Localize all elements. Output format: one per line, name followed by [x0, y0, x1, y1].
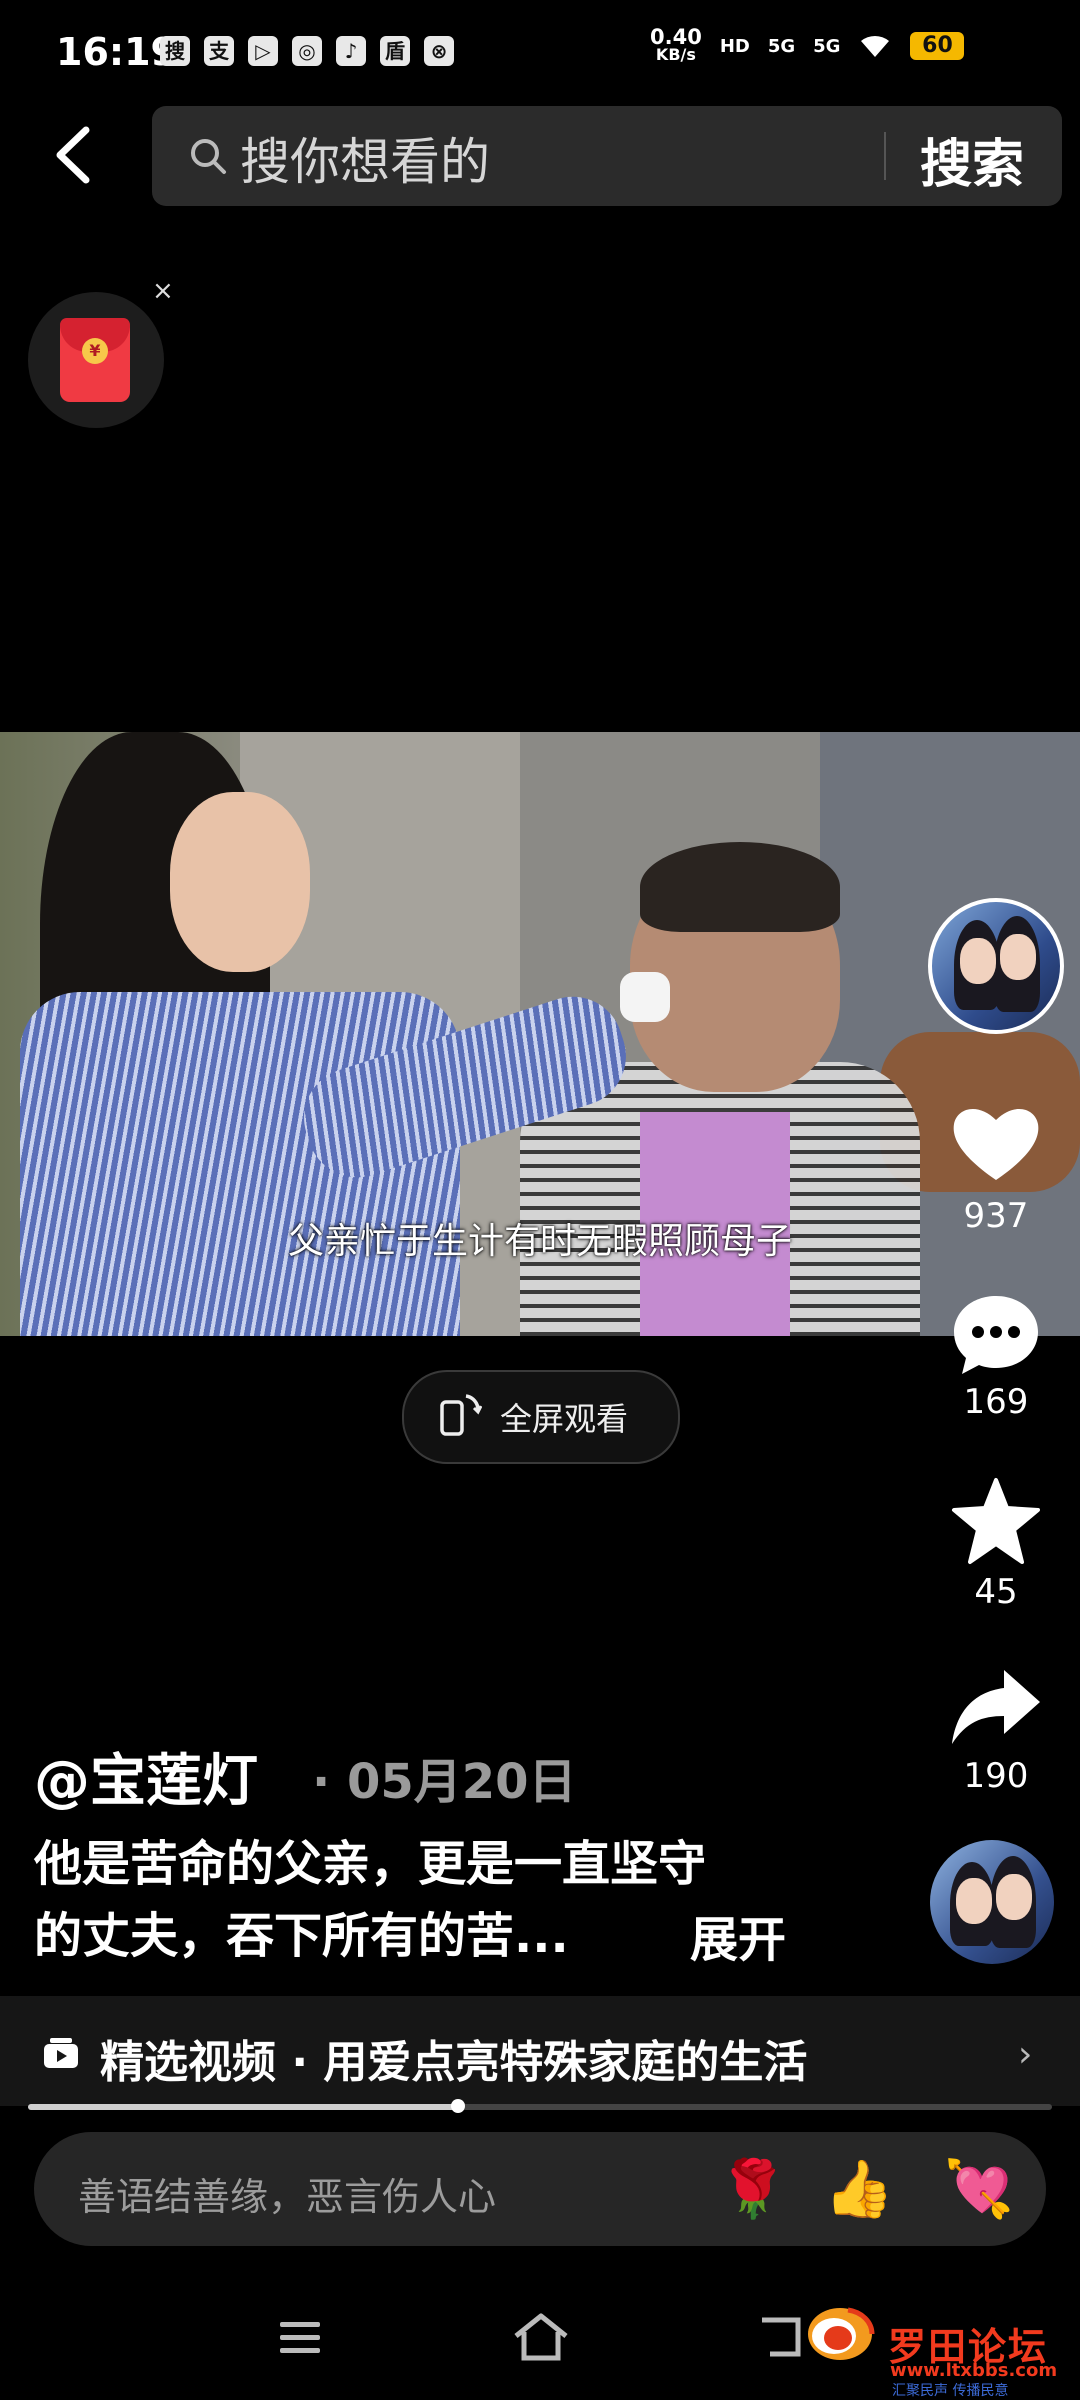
music-avatar-face-left — [956, 1878, 992, 1924]
network-speed: 0.40 KB/s — [650, 25, 702, 64]
video-subtitle: 父亲忙于生计有时无暇照顾母子 — [287, 1221, 792, 1262]
caption-line-1: 他是苦命的父亲，更是一直坚守 — [34, 1836, 707, 1892]
share-count: 190 — [963, 1756, 1029, 1796]
sim2-signal-icon: 5G — [813, 35, 841, 57]
collection-label: 精选视频 · 用爱点亮特殊家庭的生活 — [100, 2037, 808, 2088]
video-tissue — [620, 972, 670, 1022]
shield-app-icon: 盾 — [380, 36, 410, 66]
menu-icon[interactable] — [278, 2318, 322, 2358]
video-woman-face — [170, 792, 310, 972]
battery-icon: 60 — [910, 32, 965, 60]
music-disc-avatar[interactable] — [930, 1840, 1054, 1964]
post-date: · 05月20日 — [312, 1754, 577, 1810]
watermark-slogan: 汇聚民声 传播民意 — [892, 2383, 1009, 2399]
camera-app-icon: ◎ — [292, 36, 322, 66]
search-divider — [884, 132, 886, 180]
comment-input[interactable]: 善语结善缘，恶言伤人心 — [78, 2166, 496, 2221]
rose-emoji-button[interactable]: 🌹 — [718, 2150, 788, 2230]
fullscreen-label: 全屏观看 — [500, 1400, 629, 1438]
star-icon[interactable] — [948, 1476, 1044, 1566]
thumbs-up-emoji-button[interactable]: 👍 — [824, 2150, 894, 2230]
video-boy-hair — [640, 842, 840, 932]
status-indicators: 0.40 KB/s HD 5G 5G 60 — [650, 25, 965, 64]
heart-icon[interactable] — [948, 1098, 1044, 1188]
network-speed-unit: KB/s — [655, 45, 696, 64]
hd-voice-icon: HD — [719, 35, 750, 57]
watermark-url: www.ltxbbs.com — [890, 2360, 1058, 2381]
search-button[interactable]: 搜索 — [920, 122, 1024, 197]
expand-caption-button[interactable]: 展开 — [690, 1900, 786, 1970]
status-time: 16:19 — [56, 30, 177, 74]
search-input[interactable]: 搜你想看的 — [240, 122, 490, 194]
comment-icon[interactable] — [948, 1290, 1044, 1380]
red-packet-coin-icon: ¥ — [82, 338, 108, 364]
video-app-icon: ▷ — [248, 36, 278, 66]
creator-avatar[interactable] — [928, 898, 1064, 1034]
back-button[interactable] — [46, 120, 106, 190]
collection-icon — [44, 2038, 78, 2068]
chevron-right-icon: › — [1018, 2034, 1033, 2075]
video-progress-handle[interactable] — [451, 2099, 465, 2113]
forum-logo-icon — [808, 2307, 875, 2360]
search-app-icon: 搜 — [160, 36, 190, 66]
rotate-screen-icon — [440, 1394, 482, 1436]
comment-count: 169 — [963, 1382, 1029, 1422]
music-avatar-face-right — [996, 1874, 1032, 1920]
avatar-face-right — [1000, 934, 1036, 980]
avatar-face-left — [960, 938, 996, 984]
heart-kiss-emoji-button[interactable]: 💘 — [944, 2150, 1014, 2230]
video-progress-fill — [28, 2104, 458, 2110]
tiktok-app-icon: ♪ — [336, 36, 366, 66]
like-count: 937 — [963, 1196, 1029, 1236]
red-packet-close-button[interactable]: × — [152, 276, 174, 306]
back-nav-icon[interactable] — [758, 2316, 804, 2358]
home-icon[interactable] — [512, 2312, 570, 2362]
favorite-count: 45 — [974, 1572, 1018, 1612]
alipay-app-icon: 支 — [204, 36, 234, 66]
author-name[interactable]: @宝莲灯 — [34, 1736, 258, 1817]
wifi-icon — [861, 35, 890, 57]
share-icon[interactable] — [948, 1664, 1044, 1754]
status-app-icons: 搜 支 ▷ ◎ ♪ 盾 ⊗ — [160, 36, 454, 66]
game-app-icon: ⊗ — [424, 36, 454, 66]
search-icon — [191, 139, 226, 174]
network-speed-value: 0.40 — [650, 25, 702, 49]
sim1-signal-icon: 5G — [767, 35, 796, 57]
